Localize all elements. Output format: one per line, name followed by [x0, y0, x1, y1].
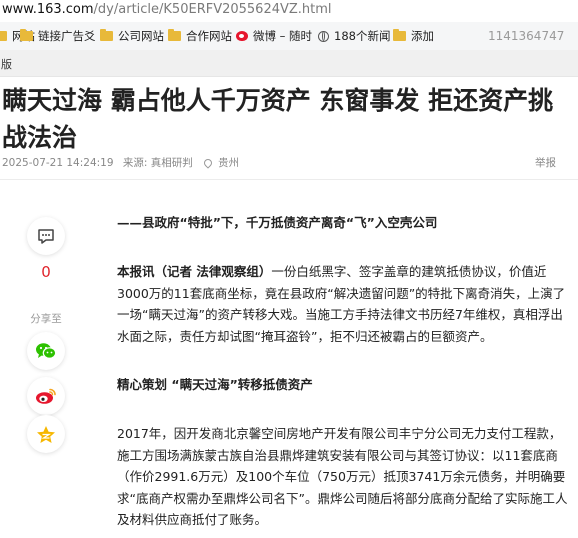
article-source[interactable]: 来源: 真相研判	[123, 157, 193, 169]
bookmark-label: 合作网站	[186, 29, 232, 43]
comment-button[interactable]	[27, 217, 65, 255]
paragraph-lead: 本报讯（记者 法律观察组）	[117, 264, 272, 279]
comment-count[interactable]: 0	[20, 263, 72, 281]
bookmark-item[interactable]: 合作网站	[168, 22, 232, 50]
report-link[interactable]: 举报	[535, 155, 556, 170]
site-top-strip: 版	[0, 50, 578, 77]
weibo-icon	[36, 388, 56, 404]
folder-icon	[20, 29, 33, 41]
url-path: /dy/article/K50ERFV2055624VZ.html	[93, 2, 332, 17]
article-paragraph: 本报讯（记者 法律观察组）一份白纸黑字、签字盖章的建筑抵债协议，价值近3000万…	[117, 264, 566, 344]
weibo-icon	[236, 31, 248, 41]
share-qzone-button[interactable]	[27, 415, 65, 453]
share-wechat-button[interactable]	[27, 332, 65, 370]
article-paragraph: 2017年，因开发商北京馨空间房地产开发有限公司丰宁分公司无力支付工程款，施工方…	[117, 426, 568, 527]
bookmark-label: 微博 – 随时	[253, 29, 313, 43]
comment-icon	[38, 228, 54, 244]
channel-label[interactable]: 版	[1, 56, 12, 72]
folder-icon	[0, 31, 7, 41]
folder-icon	[100, 29, 113, 41]
bookmark-label: 188个新闻	[334, 29, 391, 43]
share-weibo-button[interactable]	[27, 377, 65, 415]
qq-number: 1141364747	[488, 29, 565, 43]
share-label: 分享至	[30, 313, 62, 325]
url-host: www.163.com	[2, 2, 94, 17]
bookmark-item[interactable]: 微博 – 随时	[236, 22, 312, 50]
qzone-icon	[37, 425, 55, 443]
location-icon	[202, 157, 214, 169]
article-meta: 2025-07-21 14:24:19 来源: 真相研判 贵州 举报	[2, 155, 570, 171]
globe-icon	[318, 30, 329, 42]
bookmarks-bar: 网站 链接广告爻 公司网站 合作网站 微博 – 随时 188个新闻 添加 114…	[0, 22, 578, 51]
article-title: 瞒天过海 霸占他人千万资产 东窗事发 拒还资产挑战法治	[2, 86, 554, 152]
address-bar[interactable]: www.163.com/dy/article/K50ERFV2055624VZ.…	[0, 0, 578, 20]
meta-divider	[0, 179, 578, 180]
bookmark-item[interactable]: 添加	[393, 22, 434, 50]
wechat-icon	[36, 343, 57, 359]
folder-icon	[393, 29, 406, 41]
section-heading: 精心策划 “瞒天过海”转移抵债资产	[117, 377, 313, 392]
bookmark-label: 链接广告爻	[38, 29, 96, 43]
bookmark-item[interactable]: 公司网站	[100, 22, 164, 50]
bookmark-item[interactable]: 188个新闻	[318, 22, 390, 50]
bookmark-label: 公司网站	[118, 29, 164, 43]
bookmark-item[interactable]: 链接广告爻	[20, 22, 96, 50]
article-location: 贵州	[218, 157, 240, 169]
publish-date: 2025-07-21 14:24:19	[2, 157, 114, 169]
section-subtitle: ——县政府“特批”下，千万抵债资产离奇“飞”入空壳公司	[117, 215, 438, 230]
bookmark-label: 添加	[411, 29, 434, 43]
folder-icon	[168, 29, 181, 41]
